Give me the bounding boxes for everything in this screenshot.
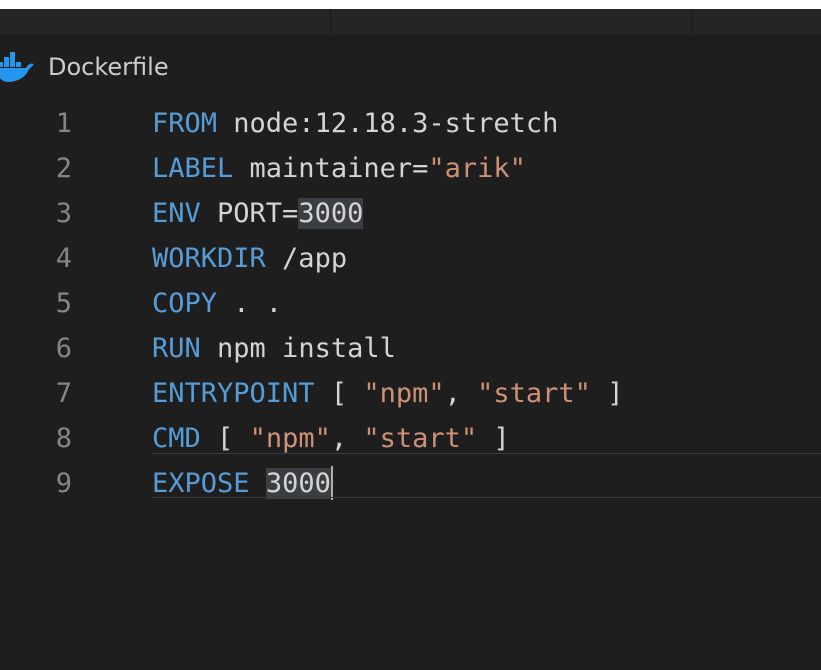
code-text[interactable]: EXPOSE 3000	[152, 461, 333, 506]
tab-bar	[0, 9, 821, 35]
code-line[interactable]: 1 FROM node:12.18.3-stretch	[0, 101, 821, 146]
code-line[interactable]: 2 LABEL maintainer="arik"	[0, 146, 821, 191]
code-text[interactable]: COPY . .	[152, 281, 282, 326]
code-line[interactable]: 8 CMD [ "npm", "start" ]	[0, 416, 821, 461]
editor-tab[interactable]	[331, 9, 692, 35]
text-token: node:12.18.3-stretch	[217, 108, 559, 139]
docker-whale-icon	[0, 52, 34, 82]
breadcrumb[interactable]: Dockerfile	[0, 35, 821, 99]
truncated-link-fragment	[0, 0, 60, 5]
code-text[interactable]: FROM node:12.18.3-stretch	[152, 101, 558, 146]
string-token: "start"	[363, 423, 478, 454]
line-number: 1	[55, 108, 72, 139]
keyword-token: RUN	[152, 333, 201, 364]
window-top-strip	[0, 0, 821, 9]
breadcrumb-file-name[interactable]: Dockerfile	[48, 53, 169, 81]
code-editor[interactable]: 1 FROM node:12.18.3-stretch 2 LABEL maintai…	[0, 101, 821, 506]
string-token: "arik"	[428, 153, 526, 184]
line-number: 6	[55, 333, 72, 364]
text-token: . .	[217, 288, 283, 319]
code-text[interactable]: WORKDIR /app	[152, 236, 347, 281]
keyword-token: COPY	[152, 288, 218, 319]
highlighted-token: 3000	[265, 468, 331, 499]
string-token: "start"	[477, 378, 591, 409]
code-text[interactable]: RUN npm install	[152, 326, 396, 371]
text-token: ,	[444, 378, 478, 409]
line-number: 4	[55, 243, 72, 274]
code-line[interactable]: 7 ENTRYPOINT [ "npm", "start" ]	[0, 371, 821, 416]
line-number: 5	[55, 288, 72, 319]
string-token: "npm"	[249, 423, 331, 454]
highlighted-token: 3000	[298, 198, 364, 229]
text-token: [	[200, 423, 250, 454]
keyword-token: WORKDIR	[152, 243, 266, 274]
code-line[interactable]: 9 EXPOSE 3000	[0, 461, 821, 506]
code-text[interactable]: ENV PORT=3000	[152, 191, 364, 236]
code-line[interactable]: 5 COPY . .	[0, 281, 821, 326]
keyword-token: ENTRYPOINT	[152, 378, 315, 409]
code-text[interactable]: ENTRYPOINT [ "npm", "start" ]	[152, 371, 623, 416]
text-token: PORT=	[200, 198, 299, 229]
keyword-token: LABEL	[152, 153, 234, 184]
keyword-token: EXPOSE	[152, 468, 250, 499]
line-number: 3	[55, 198, 72, 229]
editor-tab[interactable]	[0, 9, 331, 35]
code-text[interactable]: CMD [ "npm", "start" ]	[152, 416, 510, 461]
string-token: "npm"	[363, 378, 445, 409]
text-token: /app	[265, 243, 348, 274]
code-text[interactable]: LABEL maintainer="arik"	[152, 146, 526, 191]
code-line[interactable]: 6 RUN npm install	[0, 326, 821, 371]
keyword-token: CMD	[152, 423, 201, 454]
line-number: 9	[55, 468, 72, 499]
text-cursor	[330, 465, 333, 500]
text-token: npm install	[200, 333, 396, 364]
text-token: ,	[330, 423, 364, 454]
text-token: [	[314, 378, 364, 409]
code-line[interactable]: 3 ENV PORT=3000	[0, 191, 821, 236]
line-number: 8	[55, 423, 72, 454]
keyword-token: FROM	[152, 108, 218, 139]
code-line[interactable]: 4 WORKDIR /app	[0, 236, 821, 281]
keyword-token: ENV	[152, 198, 201, 229]
text-token: ]	[477, 423, 510, 454]
text-token: maintainer=	[233, 153, 429, 184]
line-number: 2	[55, 153, 72, 184]
line-number: 7	[55, 378, 72, 409]
text-token: ]	[590, 378, 624, 409]
